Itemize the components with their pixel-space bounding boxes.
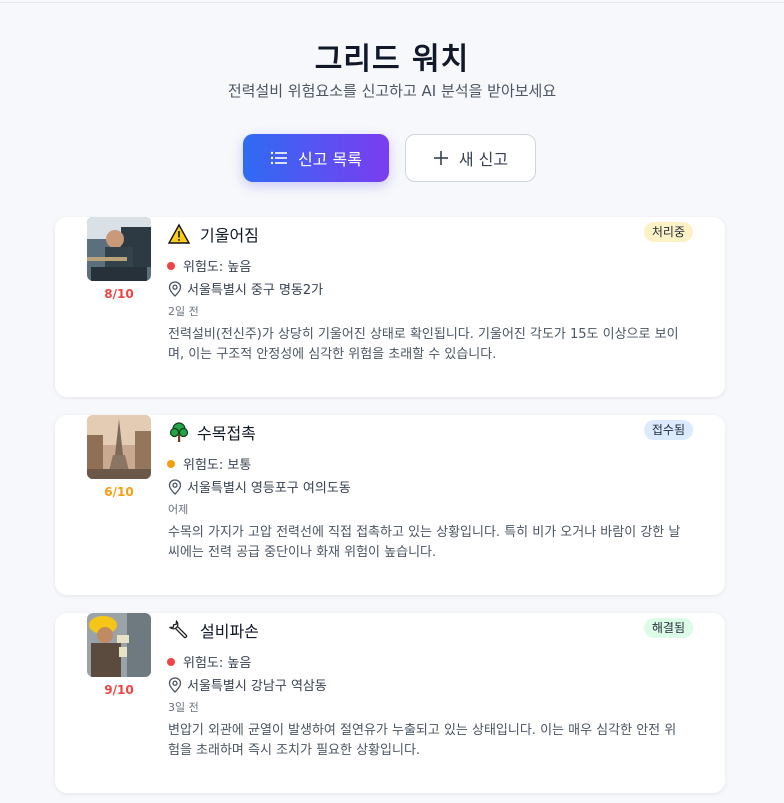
plus-icon xyxy=(433,151,448,165)
new-report-label: 새 신고 xyxy=(458,150,509,169)
page-subtitle: 전력설비 위험요소를 신고하고 AI 분석을 받아보세요 xyxy=(227,82,557,100)
report-description: 변압기 외관에 균열이 발생하여 절연유가 누출되고 있는 상태입니다. 이는 … xyxy=(168,723,677,758)
risk-level: 위험도: 높음 xyxy=(167,256,251,275)
risk-level-label: 위험도: 높음 xyxy=(183,656,252,671)
location-text: 서울특별시 중구 명동2가 xyxy=(187,283,324,298)
risk-dot xyxy=(167,657,175,666)
report-category: 기울어짐 xyxy=(200,226,259,245)
report-category: 설비파손 xyxy=(200,622,259,641)
report-photo xyxy=(87,217,151,281)
report-description: 수목의 가지가 고압 전력선에 직접 접촉하고 있는 상황입니다. 특히 비가 … xyxy=(168,525,681,560)
report-time: 3일 전 xyxy=(168,701,199,714)
risk-dot xyxy=(167,459,175,468)
report-list-button[interactable]: 신고 목록 xyxy=(243,134,389,182)
status-badge: 접수됨 xyxy=(643,420,693,440)
wrench-icon xyxy=(168,619,188,639)
report-category: 수목접촉 xyxy=(197,424,256,443)
list-icon xyxy=(270,151,288,165)
risk-level: 위험도: 보통 xyxy=(167,454,251,473)
location-pin-icon xyxy=(168,280,182,297)
report-card[interactable]: 6/10 수목접촉 접수됨 위험도: 보통 서울특별시 영등포구 여의도동 어제… xyxy=(55,415,725,595)
report-time: 어제 xyxy=(168,503,189,516)
risk-level-label: 위험도: 높음 xyxy=(183,260,252,275)
risk-score: 8/10 xyxy=(104,287,134,301)
warning-icon xyxy=(168,223,190,244)
location-pin-icon xyxy=(168,478,182,495)
report-location: 서울특별시 강남구 역삼동 xyxy=(168,675,327,694)
location-text: 서울특별시 강남구 역삼동 xyxy=(187,679,327,694)
location-text: 서울특별시 영등포구 여의도동 xyxy=(187,481,351,496)
report-card[interactable]: 8/10 기울어짐 처리중 위험도: 높음 서울특별시 중구 명동2가 2일 전… xyxy=(55,217,725,397)
risk-level-label: 위험도: 보통 xyxy=(183,458,252,473)
report-time: 2일 전 xyxy=(168,305,199,318)
report-list-label: 신고 목록 xyxy=(298,150,362,169)
report-description: 전력설비(전신주)가 상당히 기울어진 상태로 확인됩니다. 기울어진 각도가 … xyxy=(168,327,679,362)
tree-icon xyxy=(169,422,189,442)
status-badge: 처리중 xyxy=(643,222,693,242)
risk-score: 9/10 xyxy=(104,683,134,697)
risk-level: 위험도: 높음 xyxy=(167,652,251,671)
report-location: 서울특별시 영등포구 여의도동 xyxy=(168,477,351,496)
report-card[interactable]: 9/10 설비파손 해결됨 위험도: 높음 서울특별시 강남구 역삼동 3일 전… xyxy=(55,613,725,793)
new-report-button[interactable]: 새 신고 xyxy=(405,134,536,182)
status-badge: 해결됨 xyxy=(643,618,693,638)
report-photo xyxy=(87,613,151,677)
risk-dot xyxy=(167,261,175,270)
page-title: 그리드 워치 xyxy=(314,42,470,77)
location-pin-icon xyxy=(168,676,182,693)
report-location: 서울특별시 중구 명동2가 xyxy=(168,279,323,298)
report-photo xyxy=(87,415,151,479)
risk-score: 6/10 xyxy=(104,485,134,499)
top-divider xyxy=(0,2,784,3)
